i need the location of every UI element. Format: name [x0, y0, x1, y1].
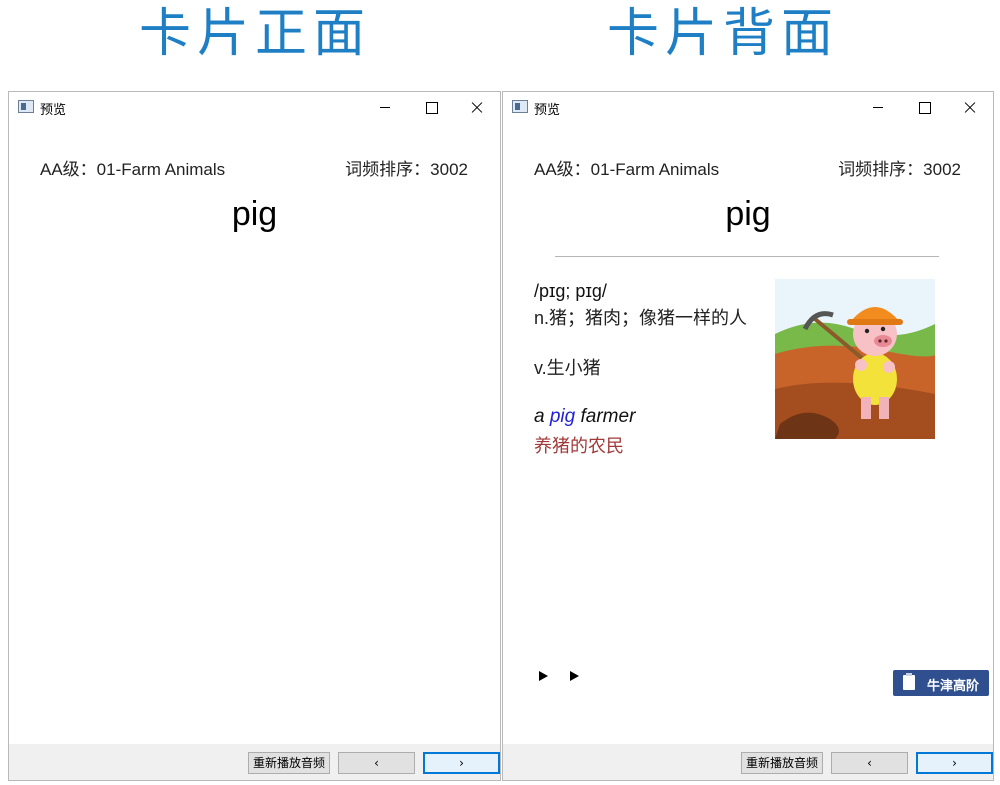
title-bar[interactable]: 预览: [503, 92, 993, 122]
example-after: farmer: [575, 406, 636, 427]
replay-audio-button[interactable]: 重新播放音频: [741, 752, 823, 774]
close-icon[interactable]: [947, 92, 993, 122]
verb-pos: v.: [534, 358, 547, 378]
pig-farmer-illustration: [775, 279, 935, 439]
bottom-toolbar: 重新播放音频 ‹ ›: [9, 744, 500, 780]
next-card-button[interactable]: ›: [916, 752, 993, 774]
back-preview-window: 预览 AA级：01-Farm Animals 词频排序：3002 pig /pɪ…: [502, 91, 994, 781]
oxford-dictionary-button[interactable]: 牛津高阶: [893, 670, 989, 696]
example-before: a: [534, 406, 550, 427]
headword: pig: [725, 195, 771, 233]
front-heading: 卡片正面: [138, 4, 371, 64]
level-label: AA级：01-Farm Animals: [40, 160, 226, 179]
next-card-button[interactable]: ›: [423, 752, 500, 774]
minimize-icon[interactable]: [362, 92, 408, 122]
window-title: 预览: [40, 103, 67, 118]
back-heading: 卡片背面: [606, 4, 839, 64]
divider: [555, 256, 939, 257]
previous-card-button[interactable]: ‹: [831, 752, 908, 774]
level-label: AA级：01-Farm Animals: [534, 160, 720, 179]
noun-pos: n.: [534, 308, 550, 328]
close-icon[interactable]: [454, 92, 500, 122]
app-window-icon: [512, 100, 528, 113]
play-icon[interactable]: [568, 670, 582, 684]
app-window-icon: [18, 100, 34, 113]
frequency-label: 词频排序：3002: [838, 160, 961, 179]
window-title: 预览: [534, 103, 561, 118]
title-bar[interactable]: 预览: [9, 92, 500, 122]
previous-card-button[interactable]: ‹: [338, 752, 415, 774]
noun-def-text: 猪；猪肉；像猪一样的人: [549, 308, 748, 329]
front-preview-window: 预览 AA级：01-Farm Animals 词频排序：3002 pig 重新播…: [8, 91, 501, 781]
example-sentence: a pig farmer: [534, 406, 635, 428]
clipboard-icon: [903, 673, 915, 690]
phonetic: /pɪɡ; pɪɡ/: [534, 281, 607, 301]
replay-audio-button[interactable]: 重新播放音频: [248, 752, 330, 774]
headword: pig: [231, 195, 278, 233]
example-translation: 养猪的农民: [534, 436, 624, 457]
maximize-icon[interactable]: [408, 92, 454, 122]
verb-definition: v.生小猪: [534, 355, 601, 382]
play-icon[interactable]: [537, 670, 551, 684]
minimize-icon[interactable]: [855, 92, 901, 122]
dict-button-label: 牛津高阶: [927, 679, 980, 694]
noun-definition: n.猪；猪肉；像猪一样的人: [534, 305, 748, 332]
frequency-label: 词频排序：3002: [345, 160, 468, 179]
bottom-toolbar: 重新播放音频 ‹ ›: [503, 744, 993, 780]
example-keyword: pig: [549, 406, 576, 427]
verb-def-text: 生小猪: [546, 358, 601, 379]
maximize-icon[interactable]: [901, 92, 947, 122]
